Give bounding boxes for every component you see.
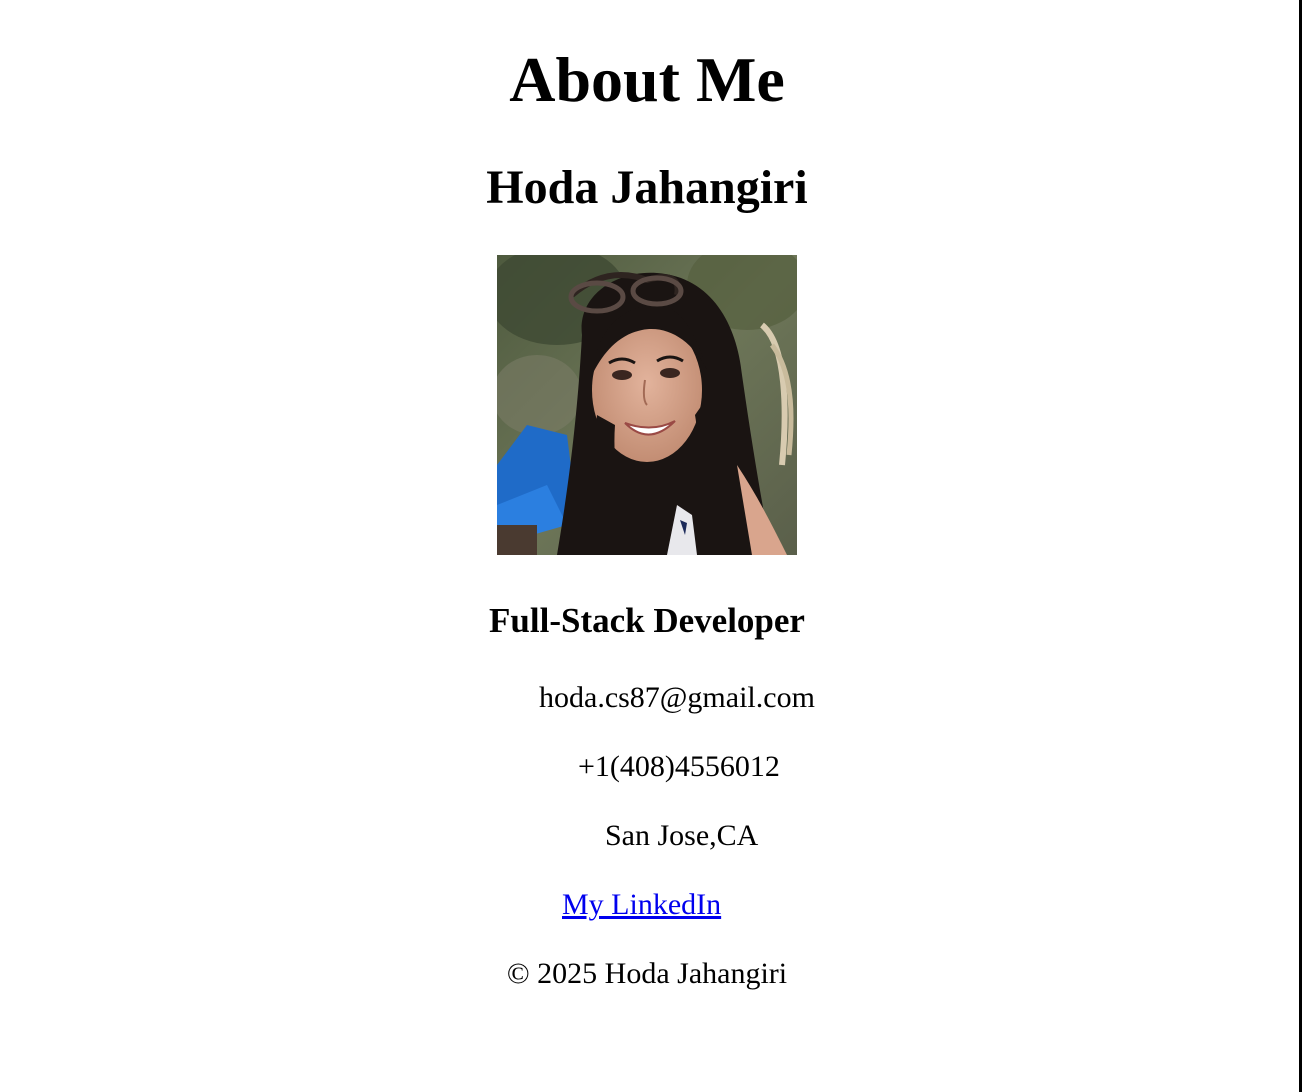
phone-text: +1(408)4556012 [578, 750, 780, 783]
location-text: San Jose,CA [605, 819, 759, 852]
page: About Me Hoda Jahangiri Full-Stack Devel… [0, 0, 1299, 1092]
person-name: Hoda Jahangiri [486, 161, 808, 214]
email-text: hoda.cs87@gmail.com [539, 681, 815, 714]
profile-photo [497, 255, 797, 555]
page-title: About Me [509, 44, 785, 115]
copyright-footer: © 2025 Hoda Jahangiri [506, 957, 788, 990]
job-title: Full-Stack Developer [489, 601, 805, 640]
linkedin-link[interactable]: My LinkedIn [562, 887, 721, 923]
